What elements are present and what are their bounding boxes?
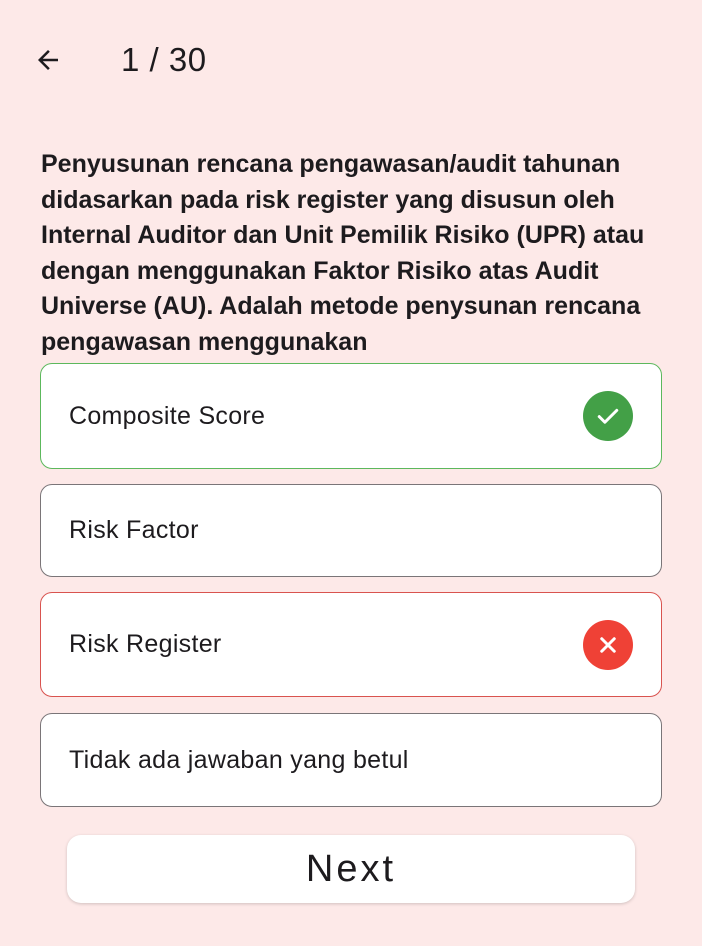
app-bar: 1 / 30	[0, 0, 702, 120]
cross-circle-icon	[583, 619, 633, 670]
option-tidak-ada-jawaban[interactable]: Tidak ada jawaban yang betul	[40, 713, 662, 807]
next-button[interactable]: Next	[67, 835, 635, 903]
back-button[interactable]	[24, 38, 72, 86]
question-progress: 1 / 30	[121, 41, 207, 78]
option-composite-score[interactable]: Composite Score	[40, 363, 662, 469]
option-label: Risk Register	[69, 630, 222, 658]
option-risk-register[interactable]: Risk Register	[40, 592, 662, 697]
option-label: Composite Score	[69, 401, 266, 430]
question-text: Penyusunan rencana pengawasan/audit tahu…	[41, 150, 645, 356]
option-label: Tidak ada jawaban yang betul	[69, 745, 409, 774]
option-risk-factor[interactable]: Risk Factor	[40, 484, 662, 577]
arrow-left-icon	[33, 45, 63, 80]
option-label: Risk Factor	[69, 516, 199, 544]
check-circle-icon	[583, 391, 633, 441]
